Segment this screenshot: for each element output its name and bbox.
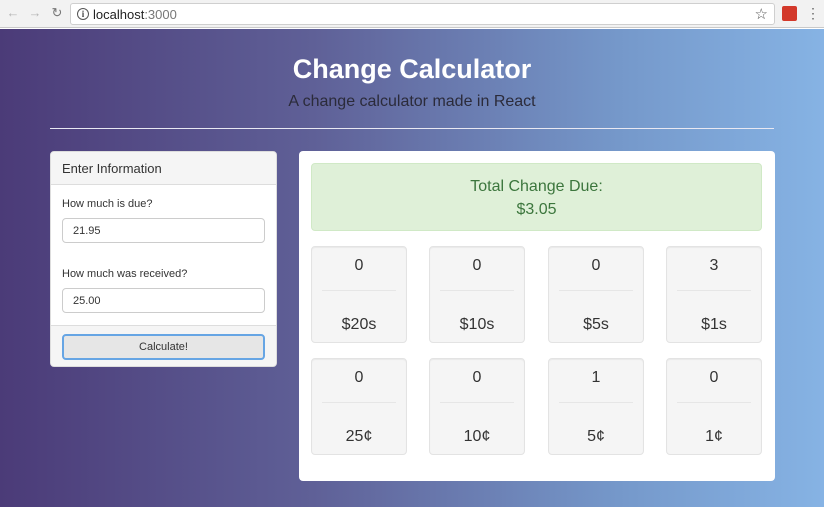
card-divider [440, 290, 514, 291]
input-panel-footer: Calculate! [51, 325, 276, 366]
total-change-alert: Total Change Due: $3.05 [311, 163, 762, 231]
total-change-label: Total Change Due: [470, 178, 603, 195]
denomination-label: $5s [583, 316, 609, 333]
denomination-count: 0 [591, 257, 601, 274]
denomination-count: 3 [709, 257, 719, 274]
card-divider [677, 290, 751, 291]
denomination-count: 0 [472, 257, 482, 274]
card-divider [559, 290, 633, 291]
denomination-label: $10s [459, 316, 495, 333]
denomination-card-10-dollars: 0 $10s [429, 246, 525, 343]
amount-due-input[interactable] [62, 218, 265, 243]
input-panel: Enter Information How much is due? How m… [50, 151, 277, 367]
denomination-label: 10¢ [463, 428, 491, 445]
url-host: localhost [93, 7, 145, 22]
page-title: Change Calculator [292, 54, 532, 84]
denomination-card-5-cents: 1 5¢ [548, 358, 644, 455]
denomination-label: $20s [341, 316, 377, 333]
denomination-card-1-cent: 0 1¢ [666, 358, 762, 455]
denomination-count: 1 [591, 369, 601, 386]
denomination-label: 25¢ [345, 428, 373, 445]
address-bar[interactable]: i localhost:3000 ☆ [70, 3, 775, 25]
amount-due-label: How much is due? [62, 198, 153, 210]
card-divider [677, 402, 751, 403]
amount-received-input[interactable] [62, 288, 265, 313]
denomination-count: 0 [354, 257, 364, 274]
denomination-count: 0 [354, 369, 364, 386]
denomination-card-25-cents: 0 25¢ [311, 358, 407, 455]
amount-received-label: How much was received? [62, 268, 188, 280]
denomination-label: 5¢ [587, 428, 605, 445]
card-divider [440, 402, 514, 403]
total-change-value: $3.05 [516, 201, 557, 218]
card-divider [322, 402, 396, 403]
denomination-card-1-dollar: 3 $1s [666, 246, 762, 343]
url-port: :3000 [144, 7, 177, 22]
browser-menu-icon[interactable]: ⋮ [806, 5, 820, 21]
back-icon[interactable]: ← [6, 6, 20, 20]
calculate-button[interactable]: Calculate! [62, 334, 265, 360]
denomination-count: 0 [709, 369, 719, 386]
denomination-count: 0 [472, 369, 482, 386]
info-icon[interactable]: i [77, 8, 89, 20]
page-subtitle: A change calculator made in React [288, 93, 536, 110]
card-divider [322, 290, 396, 291]
card-divider [559, 402, 633, 403]
denomination-card-5-dollars: 0 $5s [548, 246, 644, 343]
extension-icon[interactable] [782, 6, 797, 21]
browser-toolbar: ← → ↻ i localhost:3000 ☆ ⋮ [0, 0, 824, 28]
reload-icon[interactable]: ↻ [50, 6, 64, 20]
denomination-label: 1¢ [705, 428, 723, 445]
input-panel-title: Enter Information [51, 152, 276, 185]
denomination-card-20-dollars: 0 $20s [311, 246, 407, 343]
bookmark-star-icon[interactable]: ☆ [755, 5, 768, 23]
denomination-card-10-cents: 0 10¢ [429, 358, 525, 455]
page-background: Change Calculator A change calculator ma… [0, 29, 824, 507]
header-divider [50, 128, 774, 129]
denomination-label: $1s [701, 316, 727, 333]
result-panel: Total Change Due: $3.05 0 $20s 0 $10s 0 … [299, 151, 775, 481]
forward-icon[interactable]: → [28, 6, 42, 20]
url-text[interactable]: localhost:3000 [93, 7, 177, 22]
